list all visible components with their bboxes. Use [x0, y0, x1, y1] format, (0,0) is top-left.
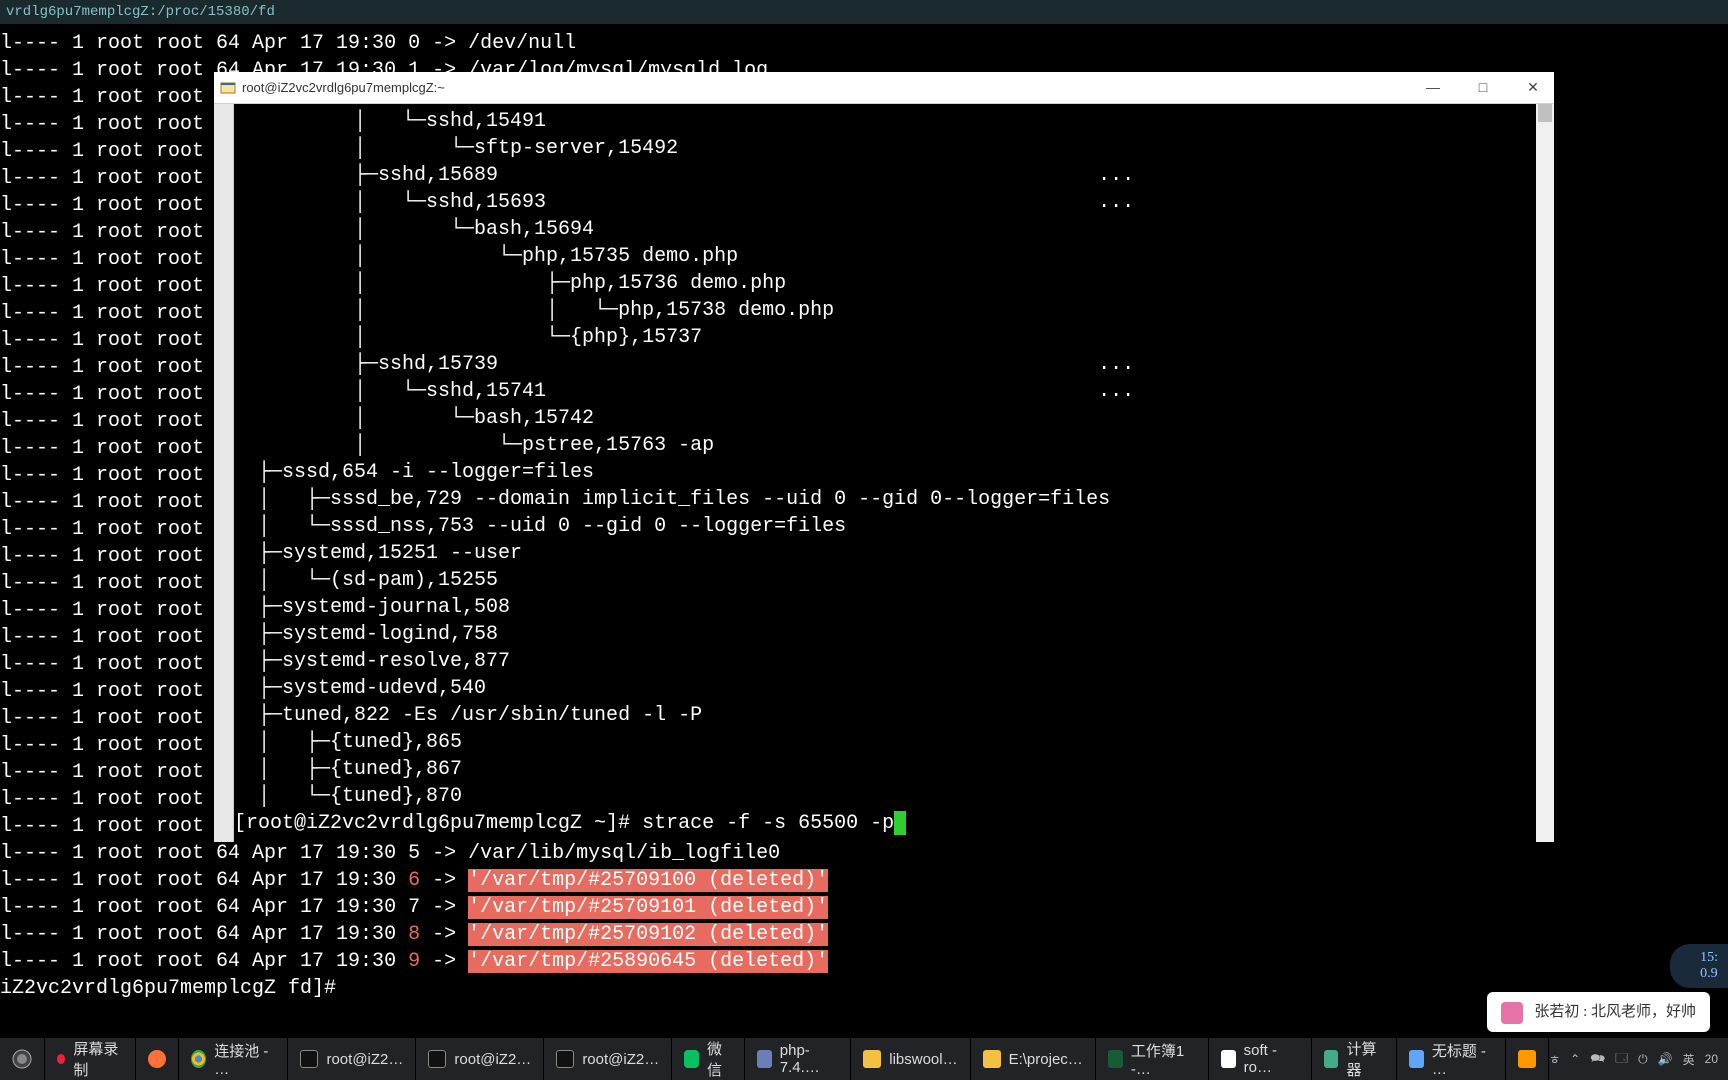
pill-line2: 0.9	[1700, 966, 1718, 982]
sub-icon	[1518, 1050, 1536, 1068]
taskbar-label: 微信	[707, 1038, 732, 1080]
ch-icon	[191, 1050, 206, 1068]
taskbar-item[interactable]: E:\projec…	[971, 1038, 1096, 1080]
taskbar-item[interactable]	[1506, 1038, 1549, 1080]
taskbar-label: root@iZ2…	[326, 1051, 403, 1068]
putty-icon	[220, 80, 236, 96]
term-icon	[556, 1050, 574, 1068]
taskbar-item[interactable]: root@iZ2…	[288, 1038, 416, 1080]
putty-title: root@iZ2vc2vrdlg6pu7memplcgZ:~	[242, 80, 445, 95]
term-icon	[300, 1050, 318, 1068]
tray-icon[interactable]: ㅎ	[1549, 1051, 1560, 1068]
txt-icon	[1409, 1050, 1424, 1068]
pill-line1: 15:	[1700, 950, 1718, 966]
session-tab-strip[interactable]	[214, 104, 234, 842]
xls-icon	[1108, 1050, 1123, 1068]
ff-icon	[148, 1050, 166, 1068]
tray-icon[interactable]: 🗔	[1615, 1049, 1628, 1070]
taskbar-label: E:\projec…	[1009, 1051, 1083, 1068]
window-buttons: — □ ✕	[1418, 79, 1548, 96]
chat-name: 张若初 :	[1534, 1004, 1587, 1020]
scrollbar[interactable]	[1536, 104, 1554, 842]
calc-icon	[1324, 1050, 1339, 1068]
taskbar-item[interactable]: 无标题 - …	[1397, 1038, 1506, 1080]
taskbar-item[interactable]: 屏幕录制	[45, 1038, 136, 1080]
taskbar-label: root@iZ2…	[454, 1051, 531, 1068]
minimize-button[interactable]: —	[1418, 79, 1448, 96]
putty-window: root@iZ2vc2vrdlg6pu7memplcgZ:~ — □ ✕ │ └…	[214, 72, 1554, 842]
wps-icon	[1221, 1050, 1236, 1068]
system-tray[interactable]: ㅎ ⌃ 🗪 🗔 ⏻ 🔊 英 20	[1549, 1049, 1728, 1070]
chat-notification[interactable]: 张若初 : 北风老师，好帅	[1487, 992, 1710, 1032]
taskbar-label: 无标题 - …	[1432, 1040, 1493, 1078]
taskbar-label: 工作簿1 -…	[1131, 1040, 1196, 1078]
start-button[interactable]	[0, 1038, 45, 1080]
taskbar-item[interactable]: 微信	[672, 1038, 745, 1080]
floating-stats-pill[interactable]: 15: 0.9	[1670, 944, 1728, 988]
taskbar-item[interactable]: root@iZ2…	[416, 1038, 544, 1080]
scrollbar-thumb[interactable]	[1538, 104, 1552, 122]
taskbar-label: php-7.4.…	[780, 1042, 838, 1076]
taskbar-label: 连接池 - …	[214, 1040, 275, 1078]
tray-icon[interactable]: 英	[1683, 1051, 1695, 1068]
maximize-button[interactable]: □	[1468, 79, 1498, 96]
taskbar-label: soft - ro…	[1244, 1042, 1299, 1076]
wx-icon	[684, 1050, 699, 1068]
taskbar-label: libswool…	[889, 1051, 957, 1068]
record-icon	[57, 1054, 65, 1064]
taskbar-item[interactable]: root@iZ2…	[544, 1038, 672, 1080]
tray-icon[interactable]: ⌃	[1570, 1052, 1580, 1066]
chat-msg: 北风老师，好帅	[1591, 1004, 1696, 1020]
taskbar-label: 计算器	[1346, 1038, 1383, 1080]
tray-clock[interactable]: 20	[1705, 1052, 1718, 1066]
taskbar-item[interactable]: 计算器	[1312, 1038, 1397, 1080]
putty-titlebar[interactable]: root@iZ2vc2vrdlg6pu7memplcgZ:~ — □ ✕	[214, 72, 1554, 104]
term-icon	[428, 1050, 446, 1068]
taskbar-item[interactable]	[136, 1038, 179, 1080]
taskbar-item[interactable]: php-7.4.…	[745, 1038, 851, 1080]
taskbar-item[interactable]: libswool…	[851, 1038, 970, 1080]
taskbar-item[interactable]: 连接池 - …	[179, 1038, 288, 1080]
fm-icon	[983, 1050, 1001, 1068]
taskbar[interactable]: 屏幕录制 连接池 - … root@iZ2… root@iZ2… root@iZ2… 微信…	[0, 1038, 1728, 1080]
tray-icon[interactable]: 🔊	[1658, 1052, 1673, 1066]
close-button[interactable]: ✕	[1518, 79, 1548, 96]
tray-icon[interactable]: 🗪	[1590, 1049, 1605, 1070]
taskbar-item[interactable]: 工作簿1 -…	[1096, 1038, 1209, 1080]
php-icon	[757, 1050, 772, 1068]
taskbar-label: root@iZ2…	[582, 1051, 659, 1068]
fg-terminal[interactable]: │ └─sshd,15491 │ └─sftp-server,15492 ├─s…	[234, 104, 1536, 842]
fm-icon	[863, 1050, 881, 1068]
tray-icon[interactable]: ⏻	[1638, 1052, 1648, 1067]
taskbar-label: 屏幕录制	[73, 1038, 123, 1080]
taskbar-item[interactable]: soft - ro…	[1209, 1038, 1312, 1080]
avatar	[1501, 1002, 1523, 1024]
